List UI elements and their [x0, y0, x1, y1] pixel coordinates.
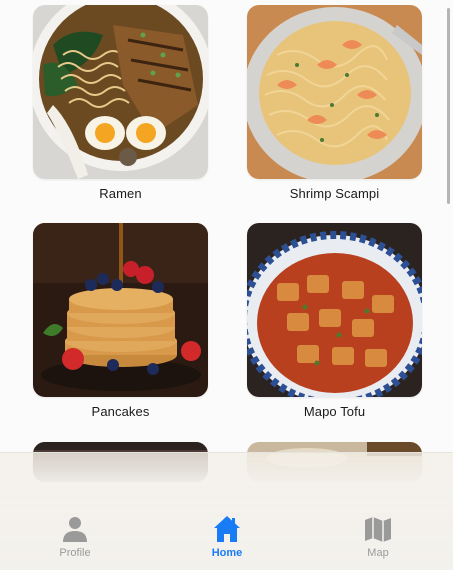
scroll-indicator[interactable]	[447, 8, 450, 204]
map-icon	[365, 517, 391, 542]
recipe-name-pancakes: Pancakes	[91, 404, 150, 419]
recipe-image-pancakes	[33, 223, 208, 397]
house-icon	[214, 516, 240, 542]
tab-bar: Profile Home Map	[0, 452, 453, 570]
tab-home[interactable]: Home	[187, 515, 267, 570]
tab-profile[interactable]: Profile	[35, 515, 115, 570]
recipe-image-mapo-tofu	[247, 223, 422, 397]
recipe-name-mapo-tofu: Mapo Tofu	[303, 404, 366, 419]
recipe-name-ramen: Ramen	[99, 186, 142, 201]
tab-map[interactable]: Map	[338, 515, 418, 570]
recipe-image-ramen	[33, 5, 208, 179]
tab-home-label: Home	[211, 547, 243, 559]
tab-profile-label: Profile	[59, 547, 91, 559]
recipe-screen: Ramen Shrimp Scampi Pancakes Mapo Tofu P…	[0, 0, 453, 570]
recipe-card-shrimp-scampi[interactable]: Shrimp Scampi	[247, 5, 422, 201]
tab-map-label: Map	[367, 547, 389, 559]
person-icon	[63, 517, 87, 542]
recipe-card-pancakes[interactable]: Pancakes	[33, 223, 208, 419]
recipe-card-ramen[interactable]: Ramen	[33, 5, 208, 201]
recipe-image-shrimp-scampi	[247, 5, 422, 179]
recipe-card-mapo-tofu[interactable]: Mapo Tofu	[247, 223, 422, 419]
recipe-name-shrimp-scampi: Shrimp Scampi	[289, 186, 380, 201]
